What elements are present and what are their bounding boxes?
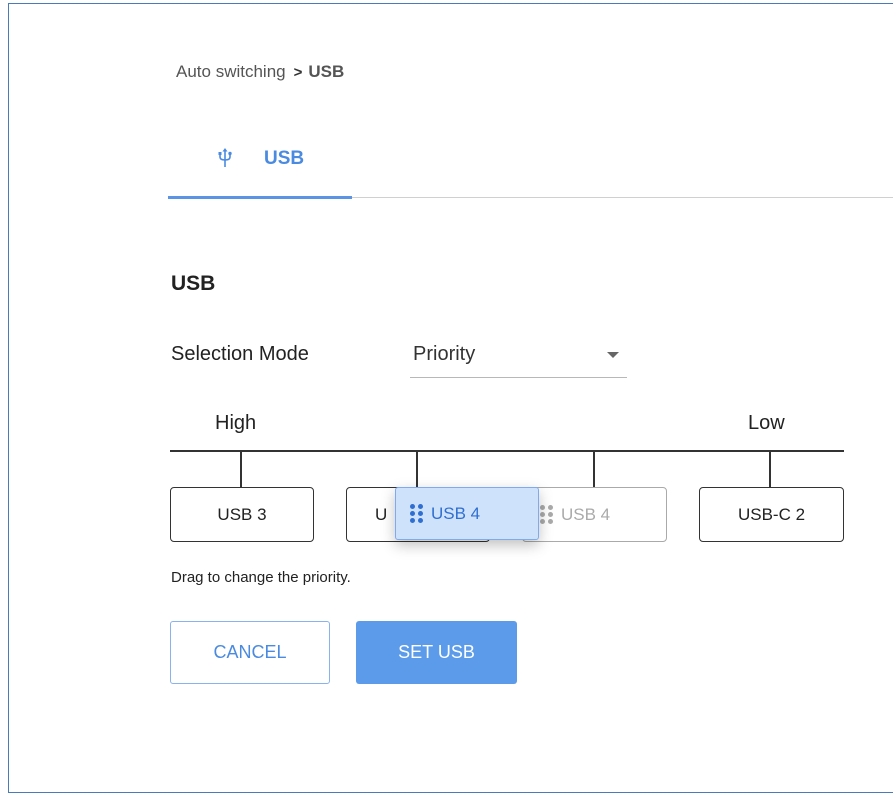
- priority-slot-label: USB-C 2: [737, 504, 806, 524]
- drag-handle-icon[interactable]: [410, 504, 423, 523]
- tabs-divider: [352, 197, 893, 198]
- selection-mode-label: Selection Mode: [171, 343, 309, 365]
- tab-usb[interactable]: USB: [168, 140, 352, 198]
- chevron-down-icon: [607, 352, 619, 358]
- usb-icon: [218, 148, 232, 167]
- priority-connector: [416, 452, 418, 488]
- priority-slot-usb-c-2[interactable]: USB-C 2: [699, 487, 844, 542]
- breadcrumb-current: USB: [308, 62, 345, 81]
- priority-connector: [769, 452, 771, 488]
- drag-hint: Drag to change the priority.: [171, 569, 351, 586]
- active-tab-indicator: [168, 196, 352, 199]
- priority-slot-label: USB 4: [561, 504, 611, 524]
- drag-handle-icon: [540, 505, 553, 524]
- priority-high-label: High: [215, 412, 257, 434]
- breadcrumb: Auto switching > USB: [176, 62, 344, 82]
- set-usb-button[interactable]: SET USB: [356, 621, 517, 684]
- section-title: USB: [171, 272, 216, 295]
- dragging-item-label: USB 4: [431, 503, 481, 523]
- selection-mode-select[interactable]: Priority: [410, 340, 627, 378]
- priority-connector: [240, 452, 242, 488]
- cancel-button[interactable]: CANCEL: [170, 621, 330, 684]
- selection-mode-value: Priority: [413, 343, 476, 365]
- dragging-item-usb-4[interactable]: USB 4: [395, 487, 539, 540]
- breadcrumb-parent[interactable]: Auto switching: [176, 62, 286, 81]
- priority-slot-label: U: [375, 504, 388, 524]
- priority-low-label: Low: [748, 412, 785, 434]
- breadcrumb-separator: >: [293, 64, 303, 81]
- priority-connector: [593, 452, 595, 488]
- priority-slot-label: USB 3: [217, 504, 267, 524]
- priority-slot-placeholder: USB 4: [522, 487, 667, 542]
- priority-slot-usb-3[interactable]: USB 3: [170, 487, 314, 542]
- tab-label: USB: [264, 148, 305, 169]
- priority-axis-line: [170, 450, 844, 452]
